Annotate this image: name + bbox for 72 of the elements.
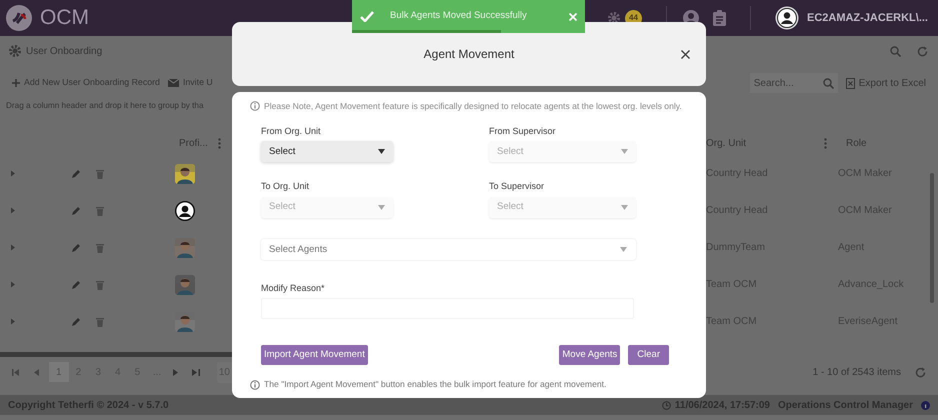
info-icon	[250, 380, 260, 390]
move-agents-button[interactable]: Move Agents	[559, 345, 620, 366]
avatar-icon[interactable]	[774, 6, 799, 30]
search-field[interactable]: Search...	[750, 73, 838, 93]
refresh-icon[interactable]	[917, 46, 928, 56]
logo-icon	[6, 5, 32, 31]
delete-icon[interactable]	[96, 168, 104, 178]
info-icon	[921, 400, 930, 410]
note-text: Please Note, Agent Movement feature is specifically designed to relocate agents at the lowest org. levels only.	[264, 100, 682, 113]
group-hint: Drag a column header and drop it here to group by tha	[6, 101, 204, 110]
field-label: From Org. Unit	[261, 124, 322, 138]
envelope-icon	[168, 78, 179, 88]
delete-icon[interactable]	[96, 206, 104, 216]
invite-button[interactable]: Invite U	[168, 76, 213, 90]
expand-icon[interactable]	[10, 318, 16, 325]
settings-icon[interactable]	[606, 11, 621, 25]
close-icon	[681, 50, 690, 59]
more-icon[interactable]	[824, 138, 828, 149]
last-page-icon[interactable]	[192, 368, 200, 376]
refresh-icon[interactable]	[915, 366, 926, 378]
dropdown-icon[interactable]	[378, 149, 385, 154]
select-field[interactable]: Select	[261, 141, 393, 162]
agents-select-field[interactable]: Select Agents	[261, 238, 636, 260]
clock-icon	[662, 400, 671, 410]
expand-icon[interactable]	[10, 170, 16, 177]
avatar-icon	[175, 200, 195, 220]
info-icon	[250, 101, 260, 112]
edit-icon[interactable]	[71, 168, 81, 178]
previous-page-icon[interactable]	[34, 368, 39, 376]
field-label: Modify Reason*	[261, 282, 326, 295]
page-title: User Onboarding	[26, 44, 102, 58]
field-label: To Org. Unit	[261, 180, 310, 194]
import-button[interactable]: Import Agent Movement	[261, 345, 368, 366]
toast-close-button[interactable]	[569, 12, 577, 20]
plus-icon	[12, 79, 20, 87]
clipboard-icon[interactable]	[712, 10, 726, 26]
delete-icon[interactable]	[96, 280, 104, 290]
delete-icon[interactable]	[96, 242, 104, 252]
toast-message: Bulk Agents Moved Successfully	[390, 9, 527, 24]
search-icon[interactable]	[822, 78, 834, 89]
edit-icon[interactable]	[71, 206, 81, 216]
column-header[interactable]: Role	[846, 136, 867, 151]
column-header[interactable]: Org. Unit	[706, 136, 746, 151]
edit-icon[interactable]	[71, 316, 81, 326]
app-logo-text: OCM	[40, 5, 89, 32]
clear-button[interactable]: Clear	[628, 345, 669, 366]
modal-title: Agent Movement	[424, 46, 514, 63]
scrollbar[interactable]	[0, 352, 232, 357]
export-button[interactable]: Export to Excel	[846, 76, 926, 90]
pager-ellipsis: ...	[152, 366, 162, 380]
search-icon[interactable]	[890, 46, 901, 56]
scrollbar[interactable]	[930, 173, 934, 303]
close-button[interactable]	[681, 50, 690, 59]
first-page-icon[interactable]	[12, 368, 20, 376]
footnote-text: The "Import Agent Movement" button enables the bulk import feature for agent movement.	[264, 378, 606, 392]
expand-icon[interactable]	[10, 281, 16, 288]
column-header[interactable]: Profi...	[179, 136, 208, 151]
spreadsheet-icon	[846, 78, 855, 88]
edit-icon[interactable]	[71, 242, 81, 252]
edit-icon[interactable]	[71, 280, 81, 290]
field-label: To Supervisor	[489, 180, 546, 194]
pager-summary: 1 - 10 of 2543 items	[812, 366, 901, 380]
field-label: From Supervisor	[489, 124, 557, 138]
expand-icon[interactable]	[10, 244, 16, 251]
user-name[interactable]: EC2AMAZ-JACERKL\...	[806, 10, 928, 26]
add-record-button[interactable]: Add New User Onboarding Record	[12, 76, 160, 90]
delete-icon[interactable]	[96, 316, 104, 326]
close-icon	[569, 12, 577, 20]
check-icon	[360, 11, 374, 22]
next-page-icon[interactable]	[172, 368, 178, 376]
expand-icon[interactable]	[10, 207, 16, 214]
more-icon[interactable]	[218, 138, 221, 149]
